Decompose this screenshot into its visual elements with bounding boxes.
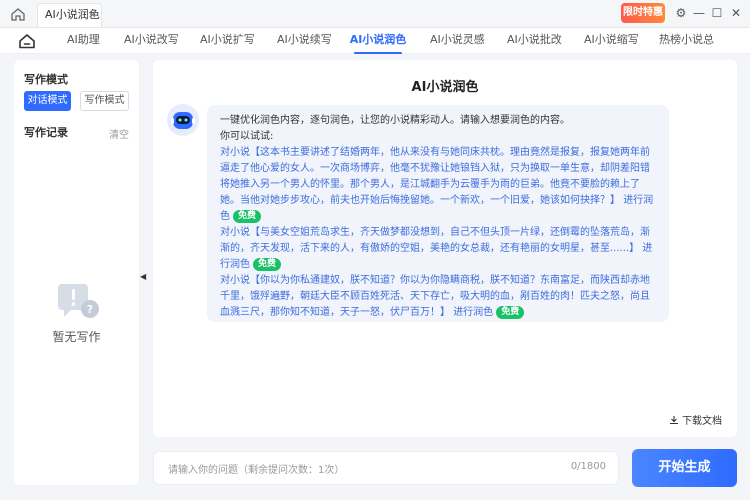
collapse-sidebar-icon[interactable]: ◀ bbox=[140, 272, 146, 281]
page-title: AI小说润色 bbox=[411, 80, 479, 95]
clear-records-button[interactable]: 清空 bbox=[109, 126, 129, 141]
example-item[interactable]: 对小说【这本书主要讲述了结婚两年，他从来没有与她同床共枕。理由竟然是报复，报复她… bbox=[220, 145, 656, 225]
records-title: 写作记录 bbox=[24, 126, 68, 139]
try-label: 你可以试试: bbox=[220, 131, 274, 142]
polish-action[interactable]: 进行润色 bbox=[453, 307, 493, 318]
start-generate-button[interactable]: 开始生成 bbox=[632, 449, 737, 487]
empty-records-text: 暂无写作 bbox=[52, 330, 101, 344]
title-bar: AI小说润色 × 限时特惠 ⚙ — ☐ ✕ bbox=[0, 0, 750, 28]
promo-badge[interactable]: 限时特惠 bbox=[621, 3, 665, 23]
maximize-button[interactable]: ☐ bbox=[708, 4, 726, 22]
free-badge: 免费 bbox=[233, 210, 262, 223]
question-input[interactable]: 请输入你的问题（剩余提问次数：1次） 0/1800 bbox=[153, 451, 619, 485]
main-panel: AI小说润色 一键优化润色内容，逐句润色，让您的小说精彩动人。请输入想要润色的内… bbox=[153, 60, 737, 437]
free-badge: 免费 bbox=[496, 306, 525, 319]
feature-nav: AI助理 AI小说改写 AI小说扩写 AI小说续写 AI小说润色 AI小说灵感 … bbox=[0, 28, 750, 54]
bot-avatar bbox=[167, 104, 199, 136]
app-tab[interactable]: AI小说润色 × bbox=[37, 3, 102, 27]
example-text[interactable]: 对小说【与美女空姐荒岛求生，齐天做梦都没想到，自己不但头顶一片绿，还倒霉的坠落荒… bbox=[220, 227, 650, 254]
example-item[interactable]: 对小说【你以为你私通建奴，朕不知道？你以为你隐瞒商税，朕不知道？东南富足，而陕西… bbox=[220, 273, 656, 321]
nav-novel-expand[interactable]: AI小说扩写 bbox=[200, 28, 255, 54]
nav-novel-rewrite[interactable]: AI小说改写 bbox=[124, 28, 179, 54]
nav-hot-novel-summary[interactable]: 热榜小说总 bbox=[659, 28, 737, 54]
intro-text: 一键优化润色内容，逐句润色，让您的小说精彩动人。请输入想要润色的内容。 bbox=[220, 115, 570, 126]
home-icon[interactable] bbox=[10, 6, 26, 22]
char-counter: 0/1800 bbox=[570, 461, 606, 472]
dialog-mode-button[interactable]: 对话模式 bbox=[24, 91, 71, 111]
example-text[interactable]: 对小说【这本书主要讲述了结婚两年，他从来没有与她同床共枕。理由竟然是报复，报复她… bbox=[220, 147, 650, 206]
question-input-placeholder: 请输入你的问题（剩余提问次数：1次） bbox=[168, 465, 345, 476]
home-nav-icon[interactable] bbox=[18, 32, 36, 50]
free-badge: 免费 bbox=[253, 258, 282, 271]
example-text[interactable]: 对小说【你以为你私通建奴，朕不知道？你以为你隐瞒商税，朕不知道？东南富足，而陕西… bbox=[220, 275, 650, 318]
empty-records-icon: ? bbox=[58, 284, 99, 318]
download-icon bbox=[669, 416, 678, 425]
minimize-button[interactable]: — bbox=[690, 4, 708, 22]
svg-text:?: ? bbox=[87, 303, 93, 316]
write-mode-button[interactable]: 写作模式 bbox=[80, 91, 129, 111]
download-label: 下载文档 bbox=[682, 416, 722, 427]
example-item[interactable]: 对小说【与美女空姐荒岛求生，齐天做梦都没想到，自己不但头顶一片绿，还倒霉的坠落荒… bbox=[220, 225, 656, 273]
tab-close-button[interactable]: × bbox=[88, 4, 97, 26]
nav-novel-abridge[interactable]: AI小说缩写 bbox=[584, 28, 639, 54]
nav-novel-review[interactable]: AI小说批改 bbox=[507, 28, 562, 54]
nav-novel-inspiration[interactable]: AI小说灵感 bbox=[430, 28, 485, 54]
settings-icon[interactable]: ⚙ bbox=[672, 4, 690, 22]
nav-novel-polish[interactable]: AI小说润色 bbox=[340, 28, 416, 54]
nav-novel-continue[interactable]: AI小说续写 bbox=[277, 28, 332, 54]
mode-title: 写作模式 bbox=[24, 73, 68, 86]
download-doc-button[interactable]: 下载文档 bbox=[669, 412, 722, 427]
nav-ai-assistant[interactable]: AI助理 bbox=[67, 28, 100, 54]
close-window-button[interactable]: ✕ bbox=[727, 4, 745, 22]
assistant-message: 一键优化润色内容，逐句润色，让您的小说精彩动人。请输入想要润色的内容。 你可以试… bbox=[207, 105, 669, 322]
sidebar: 写作模式 对话模式 写作模式 写作记录 清空 ? 暂无写作 bbox=[14, 60, 139, 485]
